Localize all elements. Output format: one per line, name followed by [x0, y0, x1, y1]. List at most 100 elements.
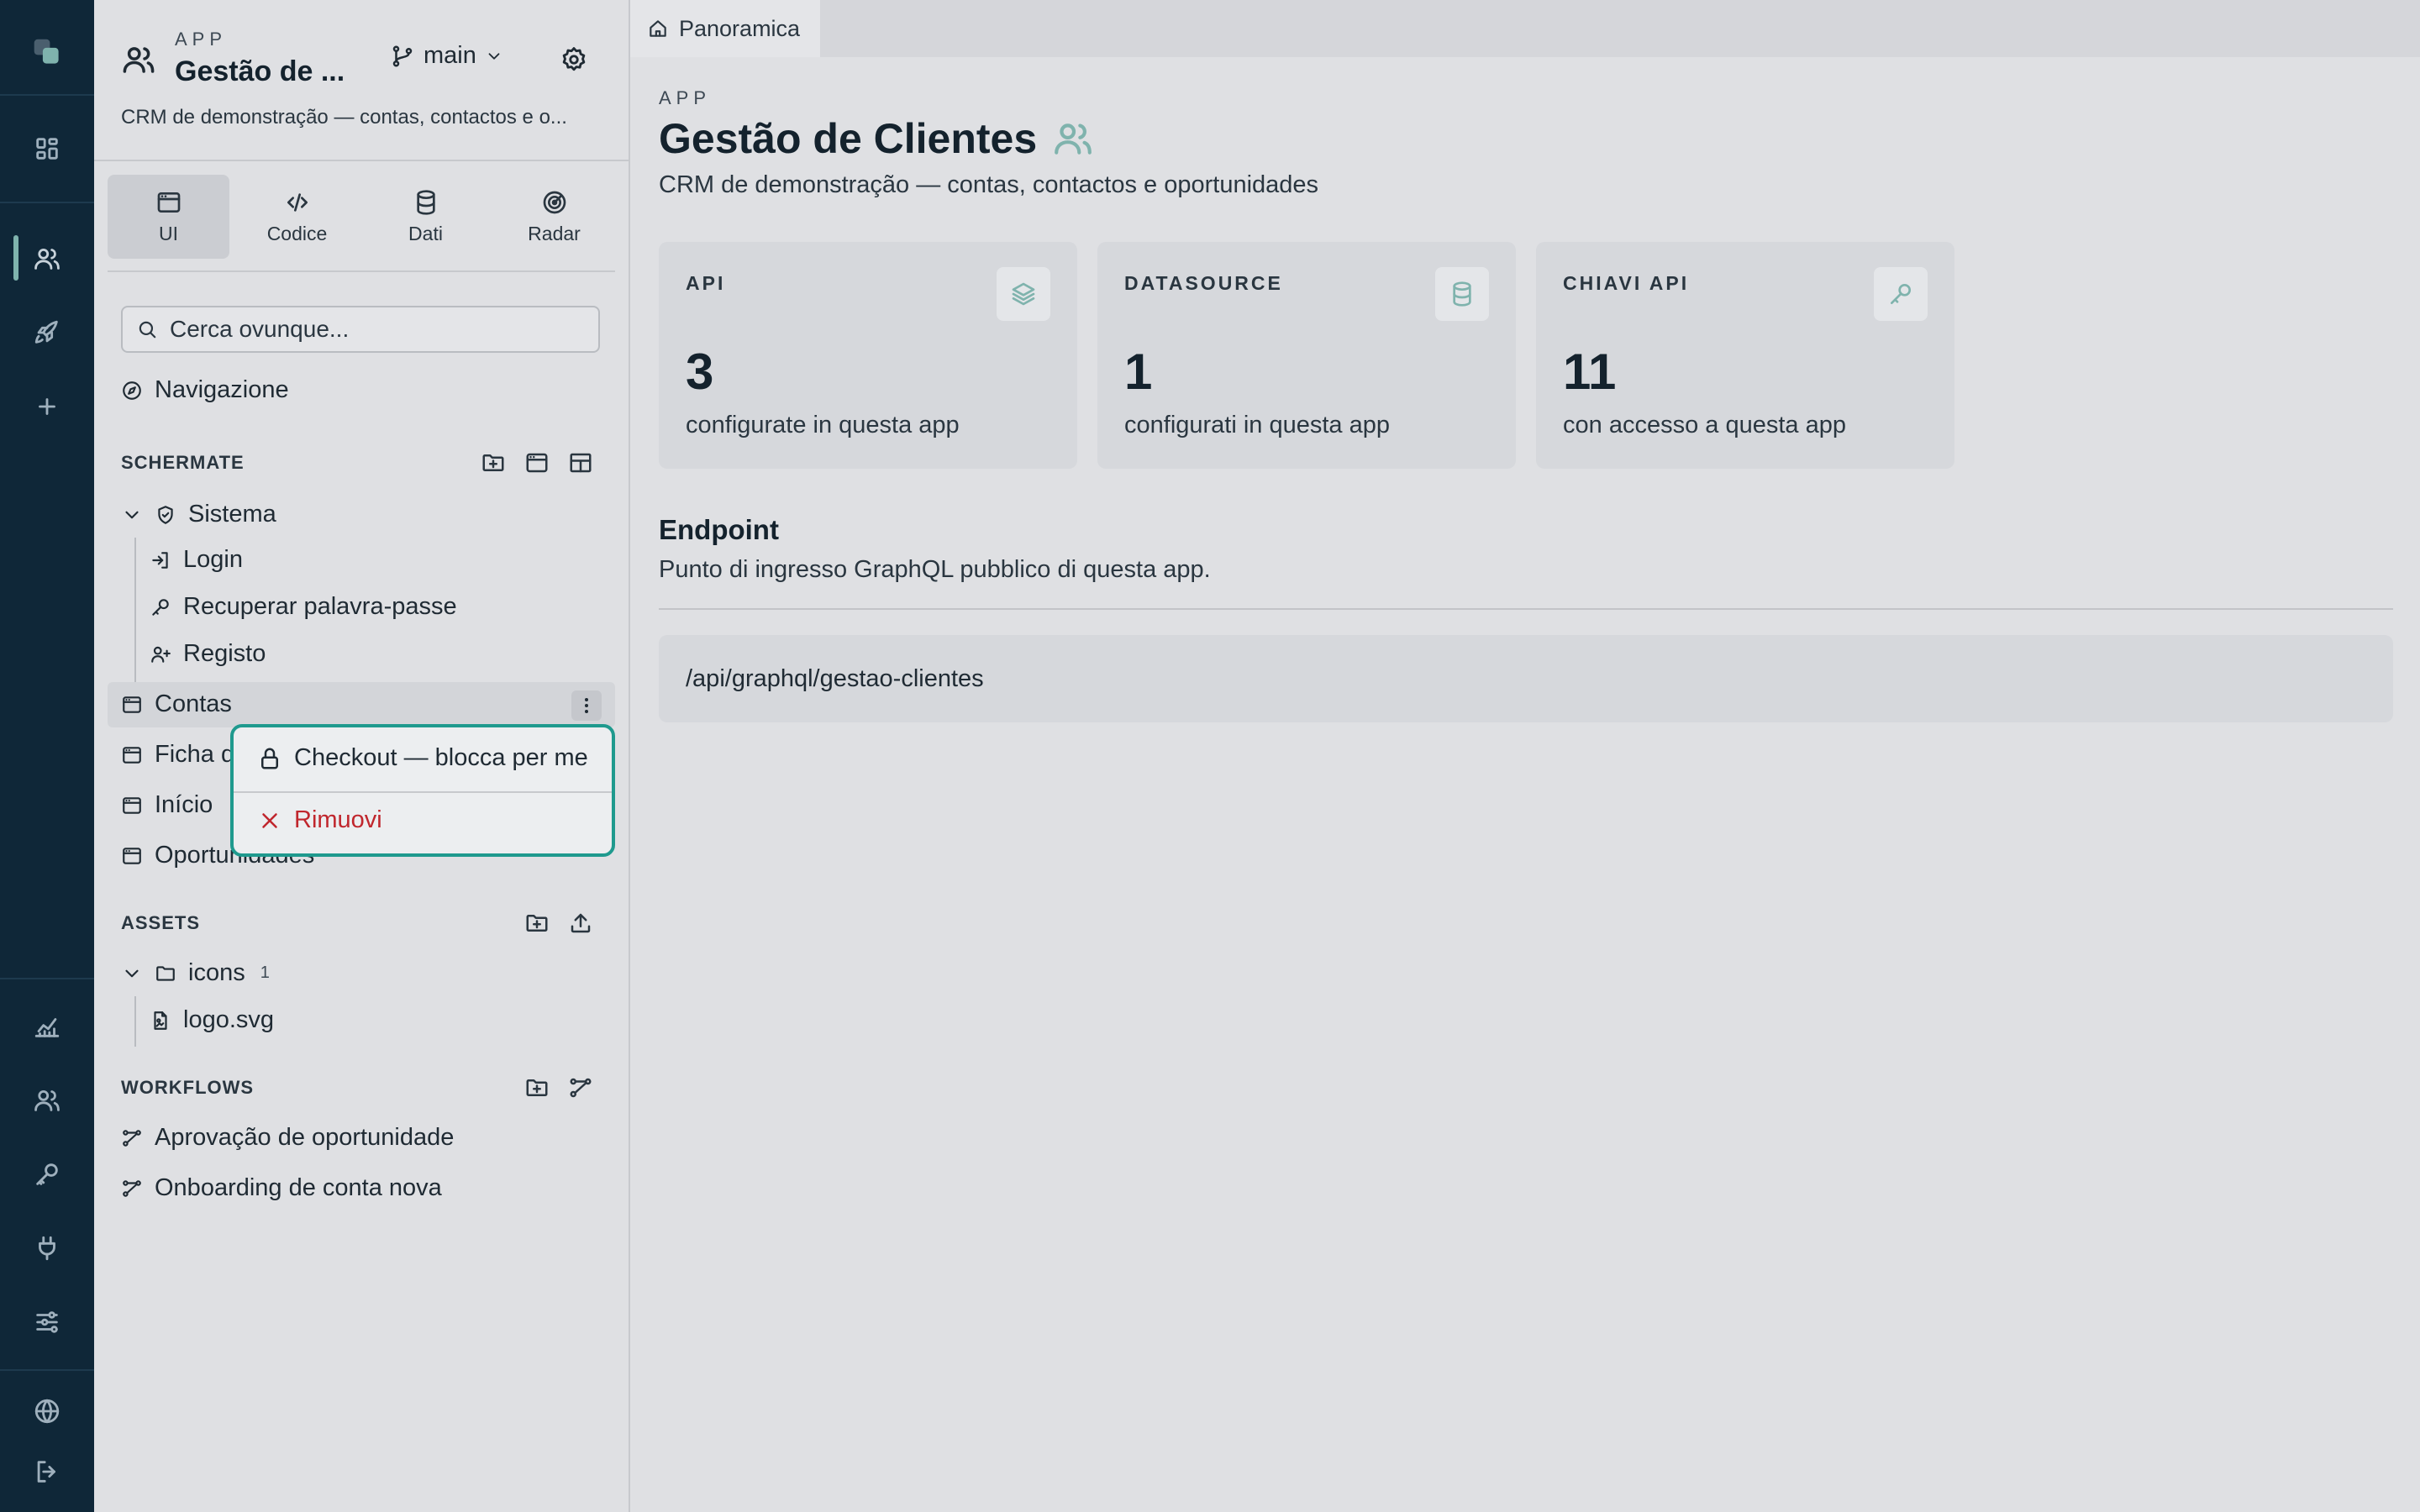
page-subtitle: CRM de demonstração — contas, contactos …	[659, 171, 1319, 198]
integrations-button[interactable]	[0, 1215, 94, 1282]
navigation-link[interactable]: Navigazione	[121, 376, 289, 404]
tree-folder-icons[interactable]: icons 1	[121, 959, 270, 987]
screens-actions	[481, 450, 593, 475]
key-icon	[36, 1163, 58, 1185]
branch-selector[interactable]: main	[390, 42, 503, 70]
tree-folder-sistema[interactable]: Sistema	[121, 501, 276, 528]
stat-card-chiavi-api[interactable]: CHIAVI API 11 con accesso a questa app	[1536, 242, 1954, 469]
radar-icon	[543, 191, 566, 213]
rocket-icon	[34, 320, 58, 344]
search-input[interactable]: Cerca ovunque...	[121, 306, 600, 353]
card-label: API	[686, 272, 726, 294]
apps-button[interactable]	[0, 225, 94, 292]
tree-item-inicio[interactable]: Início	[121, 791, 213, 819]
chart-icon	[34, 1018, 60, 1037]
tree-item-label: Registo	[183, 640, 266, 667]
deploy-button[interactable]	[0, 299, 94, 366]
tab-label: UI	[159, 222, 178, 244]
tree-item-logo-svg[interactable]: logo.svg	[150, 1006, 274, 1034]
plug-icon	[39, 1236, 55, 1261]
sidebar-divider	[108, 270, 615, 272]
window-icon	[123, 746, 141, 764]
workflow-item-aprovacao[interactable]: Aprovação de oportunidade	[121, 1124, 454, 1152]
endpoint-url: /api/graphql/gestao-clientes	[686, 664, 984, 692]
tab-radar[interactable]: Radar	[493, 175, 615, 259]
language-button[interactable]	[0, 1378, 94, 1445]
app-title: Gestão de ...	[175, 55, 345, 87]
window-icon	[123, 696, 141, 713]
context-menu: Checkout — blocca per me Rimuovi	[230, 724, 615, 857]
checkout-label: Checkout — blocca per me	[294, 744, 588, 771]
card-icon-box	[1874, 267, 1928, 321]
endpoint-divider	[659, 608, 2393, 610]
dashboard-button[interactable]	[0, 115, 94, 182]
workflows-section-title: WORKFLOWS	[121, 1077, 255, 1098]
rail-divider	[0, 202, 94, 203]
logo-icon	[34, 39, 59, 64]
workflow-item-onboarding[interactable]: Onboarding de conta nova	[121, 1174, 442, 1202]
tab-panoramica[interactable]: Panoramica	[630, 0, 820, 57]
card-value: 11	[1563, 344, 1617, 400]
app-label: APP	[175, 29, 228, 50]
tab-dati[interactable]: Dati	[365, 175, 487, 259]
screens-section-title: SCHERMATE	[121, 452, 245, 473]
card-caption: con accesso a questa app	[1563, 412, 1846, 438]
search-placeholder: Cerca ovunque...	[170, 316, 350, 342]
more-options-button[interactable]	[571, 690, 602, 721]
rail-divider	[0, 1369, 94, 1371]
tab-codice[interactable]: Codice	[236, 175, 358, 259]
tree-item-recuperar[interactable]: Recuperar palavra-passe	[150, 593, 457, 621]
tab-label: Panoramica	[679, 15, 801, 41]
tab-ui[interactable]: UI	[108, 175, 229, 259]
logout-button[interactable]	[0, 1438, 94, 1505]
app-description: CRM de demonstração — contas, contactos …	[121, 106, 567, 129]
folder-plus-icon[interactable]	[524, 1075, 550, 1100]
sidebar-divider	[94, 160, 629, 161]
workflow-icon[interactable]	[568, 1075, 593, 1100]
remove-menu-item[interactable]: Rimuovi	[257, 806, 382, 834]
card-value: 1	[1124, 344, 1153, 400]
chevron-down-icon	[125, 511, 139, 518]
keys-button[interactable]	[0, 1141, 94, 1208]
add-button[interactable]	[0, 373, 94, 440]
compass-icon	[123, 381, 141, 400]
layout-icon[interactable]	[568, 450, 593, 475]
stat-card-api[interactable]: API 3 configurate in questa app	[659, 242, 1077, 469]
card-label: DATASOURCE	[1124, 272, 1283, 294]
navigation-label: Navigazione	[155, 376, 289, 403]
login-icon	[152, 551, 168, 569]
tree-item-login[interactable]: Login	[150, 546, 243, 574]
page-title: Gestão de Clientes	[659, 114, 1094, 163]
assets-actions	[524, 911, 593, 936]
tree-item-label: Contas	[155, 690, 232, 717]
stat-card-datasource[interactable]: DATASOURCE 1 configurati in questa app	[1097, 242, 1516, 469]
workflow-label: Onboarding de conta nova	[155, 1174, 442, 1201]
gear-icon[interactable]	[560, 45, 588, 74]
window-icon	[123, 847, 141, 864]
close-icon	[262, 812, 277, 828]
endpoint-url-box[interactable]: /api/graphql/gestao-clientes	[659, 635, 2393, 722]
tab-label: Dati	[408, 222, 443, 244]
upload-icon[interactable]	[568, 911, 593, 936]
checkout-menu-item[interactable]: Checkout — blocca per me	[257, 744, 588, 772]
lock-icon	[261, 748, 278, 769]
plus-icon	[39, 398, 55, 415]
workflow-icon	[123, 1179, 141, 1197]
sidebar-tabs: UI Codice Dati Radar	[108, 175, 615, 259]
users-button[interactable]	[0, 1067, 94, 1134]
grid-icon	[36, 138, 58, 160]
shield-icon	[158, 505, 173, 524]
chevron-down-icon	[488, 52, 500, 60]
window-icon	[157, 192, 180, 213]
menu-separator	[234, 791, 612, 793]
analytics-button[interactable]	[0, 993, 94, 1060]
settings-button[interactable]	[0, 1289, 94, 1356]
tree-item-contas[interactable]: Contas	[121, 690, 232, 718]
folder-plus-icon[interactable]	[524, 911, 550, 936]
window-icon[interactable]	[524, 450, 550, 475]
folder-plus-icon[interactable]	[481, 450, 506, 475]
database-icon	[416, 189, 435, 215]
users-icon	[123, 47, 155, 73]
tree-item-registo[interactable]: Registo	[150, 640, 266, 668]
logo[interactable]	[0, 18, 94, 86]
